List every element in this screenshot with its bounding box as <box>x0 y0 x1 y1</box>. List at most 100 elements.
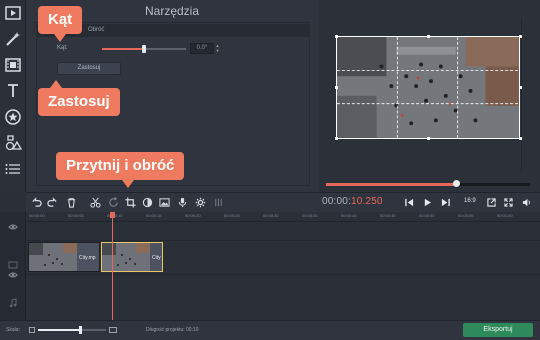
clip-label: City.mp <box>79 255 96 261</box>
speaker-icon <box>522 198 530 206</box>
crop-handle-tr[interactable] <box>519 35 522 38</box>
crop-handle-bm[interactable] <box>427 137 430 140</box>
time-hours-minutes: 00:00: <box>322 196 352 207</box>
ruler-tick: 00:00:40 <box>341 213 357 218</box>
angle-slider-thumb[interactable] <box>142 45 146 53</box>
crop-handle-ml[interactable] <box>335 86 338 89</box>
ruler-tick: 00:00:15 <box>146 213 162 218</box>
crop-handle-mr[interactable] <box>519 86 522 89</box>
previous-frame-button[interactable] <box>403 196 415 208</box>
split-button[interactable] <box>89 196 101 208</box>
ruler-tick: 00:00:45 <box>380 213 396 218</box>
scale-slider-fill <box>38 329 80 331</box>
callout-pointer <box>54 34 66 42</box>
filmstrip-icon <box>5 58 21 72</box>
track-visibility-icon[interactable] <box>6 270 20 280</box>
scissors-icon <box>89 197 101 208</box>
apply-callout: Zastosuj <box>38 80 120 116</box>
skip-forward-icon <box>441 198 450 206</box>
video-clip-1[interactable]: City.mp <box>28 242 100 272</box>
equalizer-button[interactable] <box>212 196 224 208</box>
playback-progress-fill <box>326 183 456 186</box>
next-frame-button[interactable] <box>439 196 451 208</box>
fullscreen-button[interactable] <box>502 196 514 208</box>
apply-button[interactable]: Zastosuj <box>57 62 121 75</box>
callout-text: Kąt <box>48 11 73 28</box>
volume-button[interactable] <box>520 196 532 208</box>
crop-rotate-callout: Przytnij i obróć <box>56 152 185 188</box>
playback-progress-thumb[interactable] <box>453 180 460 187</box>
rotate-button[interactable] <box>107 196 119 208</box>
shapes-icon <box>5 135 22 151</box>
ruler-tick: 00:00:20 <box>185 213 201 218</box>
film-icon <box>5 6 21 20</box>
callout-text: Zastosuj <box>48 93 110 110</box>
crop-handle-tm[interactable] <box>427 35 430 38</box>
transitions-button[interactable] <box>0 130 26 156</box>
stickers-button[interactable] <box>0 104 26 130</box>
aspect-ratio-button[interactable]: 16:9 <box>464 198 476 204</box>
left-toolbar <box>0 0 26 192</box>
playhead[interactable] <box>112 212 113 320</box>
clip-thumbnail <box>102 243 150 271</box>
trash-icon <box>67 197 75 208</box>
delete-button[interactable] <box>65 196 77 208</box>
ruler-tick: 00:01:00 <box>497 213 513 218</box>
list-icon <box>5 164 20 174</box>
play-button[interactable] <box>421 196 433 208</box>
ruler-tick: 00:00:25 <box>224 213 240 218</box>
ruler-tick: 00:00:05 <box>68 213 84 218</box>
track-separator <box>26 274 540 275</box>
ruler-tick: 00:00:50 <box>419 213 435 218</box>
callout-pointer <box>50 80 62 88</box>
music-note-icon <box>6 298 20 308</box>
redo-button[interactable] <box>46 196 58 208</box>
crop-handle-tl[interactable] <box>335 35 338 38</box>
text-t-icon <box>8 84 18 97</box>
ruler-tick: 00:00:55 <box>458 213 474 218</box>
microphone-icon <box>178 197 186 207</box>
play-icon <box>424 198 431 206</box>
crop-rotate-button[interactable] <box>124 196 136 208</box>
image-button[interactable] <box>158 196 170 208</box>
export-button[interactable]: Eksportuj <box>463 323 533 337</box>
filters-button[interactable] <box>0 52 26 78</box>
scale-label: Skala: <box>6 327 20 333</box>
media-import-button[interactable] <box>0 0 26 26</box>
detach-preview-button[interactable] <box>485 196 497 208</box>
chevron-down-icon[interactable]: ▼ <box>215 48 220 53</box>
undo-button[interactable] <box>30 196 42 208</box>
angle-spinner[interactable]: ▲ ▼ <box>215 43 220 54</box>
record-audio-button[interactable] <box>176 196 188 208</box>
redo-icon <box>46 196 57 207</box>
crop-handle-br[interactable] <box>519 137 522 140</box>
more-tools-button[interactable] <box>0 156 26 182</box>
zoom-out-icon[interactable] <box>29 327 35 333</box>
callout-text: Przytnij i obróć <box>66 157 175 174</box>
color-adjust-button[interactable] <box>141 196 153 208</box>
rotate-icon <box>108 196 118 207</box>
video-preview[interactable] <box>336 36 520 139</box>
angle-input[interactable]: 0.0° <box>190 43 214 54</box>
crop-handle-bl[interactable] <box>335 137 338 140</box>
eye-icon[interactable] <box>6 222 20 232</box>
settings-button[interactable] <box>194 196 206 208</box>
titles-button[interactable] <box>0 78 26 104</box>
playhead-handle[interactable] <box>110 212 115 218</box>
callout-pointer <box>122 180 134 188</box>
track-separator <box>26 240 540 241</box>
video-clip-2[interactable]: City <box>101 242 163 272</box>
clip-thumbnail <box>29 243 77 271</box>
scale-slider-thumb[interactable] <box>79 326 82 334</box>
city-square-image <box>337 37 519 138</box>
ruler-tick: 00:00:30 <box>263 213 279 218</box>
angle-slider-fill <box>102 48 144 50</box>
time-seconds: 10.250 <box>351 196 383 207</box>
ruler-tick: 00:00:35 <box>302 213 318 218</box>
zoom-in-icon[interactable] <box>109 327 117 333</box>
track-headers <box>0 212 26 320</box>
timeline-toolbar <box>26 192 540 212</box>
magic-wand-button[interactable] <box>0 26 26 52</box>
current-time: 00:00:10.250 <box>322 196 383 207</box>
gear-icon <box>195 197 205 207</box>
